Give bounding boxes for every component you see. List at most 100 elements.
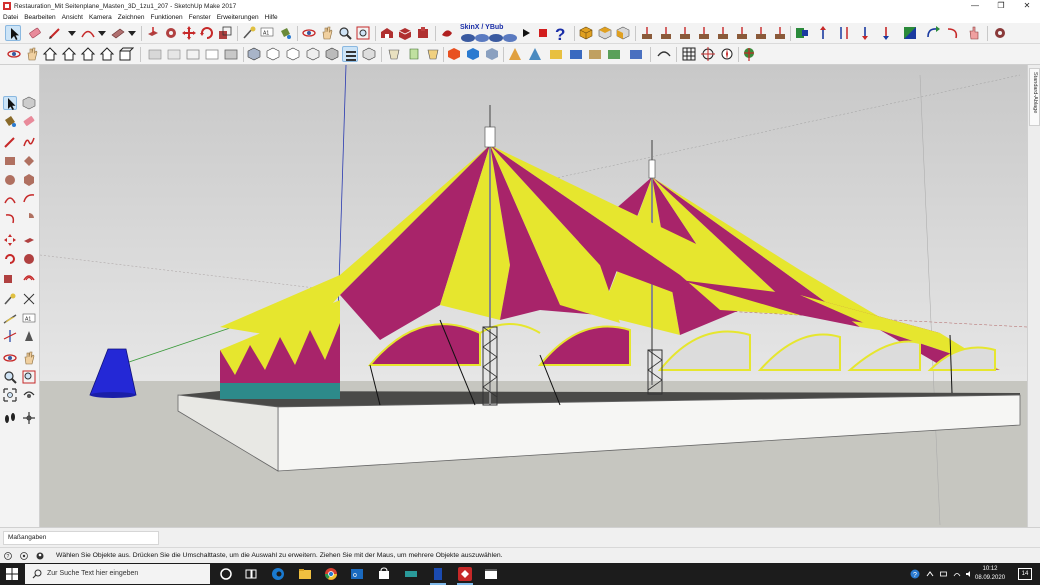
face-style-2-button[interactable]	[265, 46, 281, 62]
sandbox-4-button[interactable]	[568, 46, 584, 62]
menu-item-funktionen[interactable]: Funktionen	[150, 14, 182, 21]
face-style-5-button[interactable]	[324, 46, 340, 62]
text-tool-button[interactable]: A1	[22, 311, 36, 325]
zoom-extents-tool-button[interactable]	[3, 388, 17, 402]
style-backedge-button[interactable]	[166, 46, 182, 62]
axes-tool-1-button[interactable]	[639, 25, 655, 41]
axes-tool-2-button[interactable]	[658, 25, 674, 41]
orbit-tool-button[interactable]	[301, 25, 317, 41]
arc-dropdown-button[interactable]	[94, 25, 110, 41]
orbit-tool-button[interactable]	[3, 351, 17, 365]
user-account-icon[interactable]	[36, 552, 44, 560]
eraser-tool-button[interactable]	[22, 114, 36, 128]
sandbox-6-button[interactable]	[606, 46, 622, 62]
menu-item-erweiterungen[interactable]: Erweiterungen	[217, 14, 259, 21]
home-view-button[interactable]	[42, 46, 58, 62]
rotated-rectangle-tool-button[interactable]	[22, 154, 36, 168]
rotate-tool-button[interactable]	[199, 25, 215, 41]
move-tool-button[interactable]	[181, 25, 197, 41]
previous-view-tool-button[interactable]	[22, 388, 36, 402]
zoom-tool-button[interactable]	[337, 25, 353, 41]
section-tool-1-button[interactable]	[386, 46, 402, 62]
freehand-tool-button[interactable]	[22, 135, 36, 149]
face-style-6-button[interactable]	[342, 46, 358, 62]
cortana-icon[interactable]	[218, 566, 234, 582]
camera-tool-1-button[interactable]	[6, 46, 22, 62]
align-tool-3-button[interactable]	[836, 25, 852, 41]
front-view-button[interactable]	[615, 25, 631, 41]
solid-tool-2-button[interactable]	[465, 46, 481, 62]
shadows-button[interactable]	[656, 46, 672, 62]
chevron-up-icon[interactable]	[926, 570, 934, 578]
section-tool-2-button[interactable]	[406, 46, 422, 62]
pie-tool-button[interactable]	[22, 211, 36, 225]
shape-dropdown-button[interactable]	[124, 25, 140, 41]
axes-tool-4-button[interactable]	[696, 25, 712, 41]
app-icon-blue[interactable]	[430, 566, 446, 582]
align-tool-4-button[interactable]	[857, 25, 873, 41]
box-view-button[interactable]	[118, 46, 135, 62]
network-icon[interactable]	[953, 570, 961, 578]
house-view-3-button[interactable]	[99, 46, 115, 62]
offset-tool-button[interactable]	[22, 270, 36, 284]
crosshair-button[interactable]	[700, 46, 716, 62]
components-button[interactable]	[397, 25, 413, 41]
menu-item-datei[interactable]: Datei	[3, 14, 18, 21]
extension-warehouse-button[interactable]	[415, 25, 431, 41]
sandbox-3-button[interactable]	[548, 46, 564, 62]
close-button[interactable]: ✕	[1014, 0, 1040, 12]
solid-tool-3-button[interactable]	[484, 46, 500, 62]
dimension-tool-button[interactable]	[22, 292, 36, 306]
sketchup-taskbar-icon[interactable]	[457, 566, 473, 582]
scale-tool-button[interactable]	[217, 25, 233, 41]
zoom-tool-button[interactable]	[3, 370, 17, 384]
curve-tool-2-button[interactable]	[945, 25, 961, 41]
face-style-4-button[interactable]	[305, 46, 321, 62]
task-view-icon[interactable]	[243, 566, 259, 582]
section-tool-3-button[interactable]	[425, 46, 441, 62]
settings-button[interactable]	[992, 25, 1008, 41]
line-dropdown-button[interactable]	[64, 25, 80, 41]
menu-item-zeichnen[interactable]: Zeichnen	[118, 14, 145, 21]
menu-item-kamera[interactable]: Kamera	[89, 14, 112, 21]
tape-measure-tool-button[interactable]	[3, 292, 17, 306]
face-style-3-button[interactable]	[285, 46, 301, 62]
pan-tool-button[interactable]	[22, 351, 36, 365]
help-button[interactable]: ?	[553, 25, 569, 44]
grid-button[interactable]	[681, 46, 697, 62]
iso-view-button[interactable]	[578, 25, 594, 41]
edge-browser-icon[interactable]	[270, 566, 286, 582]
style-hidden-button[interactable]	[204, 46, 220, 62]
menu-item-fenster[interactable]: Fenster	[189, 14, 211, 21]
house-view-1-button[interactable]	[61, 46, 77, 62]
taskbar-search-box[interactable]: Zur Suche Text hier eingeben	[25, 564, 210, 584]
zoom-window-tool-button[interactable]	[22, 370, 36, 384]
top-view-button[interactable]	[597, 25, 613, 41]
position-camera-tool-button[interactable]	[3, 411, 17, 425]
play-button[interactable]	[518, 25, 534, 41]
geolocation-icon[interactable]: ?	[4, 552, 12, 560]
rotate-tool-button[interactable]	[3, 252, 17, 266]
axes-tool-5-button[interactable]	[715, 25, 731, 41]
menu-item-ansicht[interactable]: Ansicht	[62, 14, 83, 21]
arc-tool-button[interactable]	[3, 192, 17, 206]
follow-me-tool-button[interactable]	[163, 25, 179, 41]
style-wireframe-button[interactable]	[185, 46, 201, 62]
battery-icon[interactable]	[940, 570, 948, 578]
camera-tool-2-button[interactable]	[24, 46, 40, 62]
push-pull-tool-button[interactable]	[145, 25, 161, 41]
align-tool-2-button[interactable]	[815, 25, 831, 41]
component-tool-button[interactable]	[22, 96, 36, 110]
outlook-icon[interactable]: o	[349, 566, 365, 582]
pencil-tool-button[interactable]	[47, 25, 63, 41]
circle-tool-button[interactable]	[3, 173, 17, 187]
sandbox-5-button[interactable]	[587, 46, 603, 62]
paint-bucket-tool-button[interactable]	[277, 25, 293, 41]
polygon-tool-button[interactable]	[22, 173, 36, 187]
tape-measure-tool-button[interactable]	[241, 25, 257, 41]
walk-tool-button[interactable]	[22, 411, 36, 425]
sandbox-1-button[interactable]	[507, 46, 523, 62]
menu-item-hilfe[interactable]: Hilfe	[265, 14, 278, 21]
curve-tool-3-button[interactable]	[966, 25, 982, 41]
paint-tool-button[interactable]	[3, 114, 17, 128]
